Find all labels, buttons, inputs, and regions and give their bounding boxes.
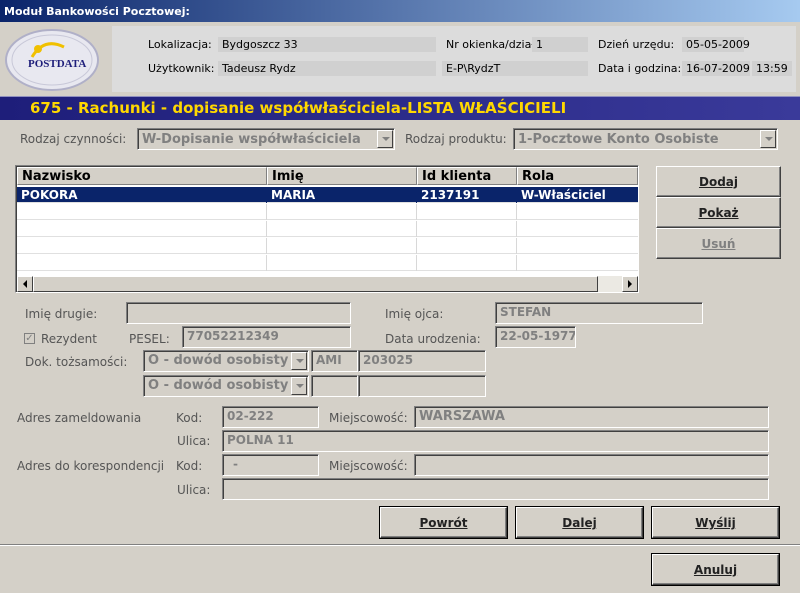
empty-cell	[417, 221, 517, 237]
dok2-type-select[interactable]: O - dowód osobisty	[143, 375, 309, 397]
cell-rola: W-Właściciel	[521, 188, 606, 202]
empty-cell	[17, 204, 267, 220]
scroll-thumb[interactable]	[33, 276, 598, 292]
section-title: 675 - Rachunki - dopisanie współwłaścici…	[30, 99, 567, 117]
kod-field[interactable]: 02-222	[222, 406, 319, 428]
miejscowosc-field[interactable]: WARSZAWA	[414, 406, 769, 428]
rezydent-checkbox[interactable]: ✓	[24, 333, 35, 344]
koresp-miejscowosc-label: Miejscowość:	[329, 459, 408, 473]
horizontal-scrollbar[interactable]	[17, 276, 638, 292]
ulica-label: Ulica:	[177, 434, 211, 448]
usun-button[interactable]: Usuń	[656, 228, 781, 259]
koresp-miejscowosc-field[interactable]	[414, 454, 769, 476]
data-urodzenia-label: Data urodzenia:	[385, 332, 481, 346]
column-header-nazwisko[interactable]: Nazwisko	[17, 167, 267, 185]
koresp-kod-field[interactable]: -	[222, 454, 319, 476]
godzina-value: 13:59	[752, 61, 792, 76]
postdata-logo: POSTDATA	[4, 27, 102, 93]
imie-ojca-field[interactable]: STEFAN	[495, 302, 703, 324]
scroll-left-icon[interactable]	[17, 276, 33, 292]
dok1-series-field[interactable]: AMI	[311, 350, 358, 372]
table-row-empty[interactable]	[17, 204, 638, 220]
miejscowosc-label: Miejscowość:	[329, 411, 408, 425]
koresp-ulica-field[interactable]	[222, 478, 769, 500]
column-header-imie[interactable]: Imię	[267, 167, 417, 185]
dok-tozsamosci-label: Dok. tożsamości:	[25, 355, 128, 369]
anuluj-button[interactable]: Anuluj	[652, 554, 779, 585]
rodzaj-produktu-label: Rodzaj produktu:	[405, 132, 507, 146]
empty-cell	[267, 238, 417, 254]
cell-id-klienta: 2137191	[417, 187, 517, 203]
dodaj-button[interactable]: Dodaj	[656, 166, 781, 197]
table-row-empty[interactable]	[17, 221, 638, 237]
ulica-field[interactable]: POLNA 11	[222, 430, 769, 452]
empty-cell	[17, 255, 267, 271]
table-row[interactable]: POKORA MARIA 2137191 W-Właściciel	[17, 187, 638, 203]
data-label: Data i godzina:	[598, 62, 682, 75]
pesel-field[interactable]: 77052212349	[182, 326, 351, 348]
chevron-down-icon[interactable]	[760, 130, 776, 148]
chevron-down-icon[interactable]	[291, 377, 307, 395]
powrot-button[interactable]: Powrót	[380, 507, 507, 538]
empty-cell	[417, 238, 517, 254]
column-header-rola[interactable]: Rola	[517, 167, 638, 185]
lokalizacja-label: Lokalizacja:	[148, 38, 212, 51]
empty-cell	[17, 221, 267, 237]
divider	[0, 544, 800, 546]
koresp-kod-label: Kod:	[176, 459, 203, 473]
empty-cell	[417, 255, 517, 271]
rodzaj-czynnosci-select[interactable]: W-Dopisanie współwłaściciela	[137, 128, 395, 150]
empty-cell	[267, 204, 417, 220]
dzien-label: Dzień urzędu:	[598, 38, 675, 51]
logo-text: POSTDATA	[28, 58, 86, 70]
dok2-series-field[interactable]	[311, 375, 358, 397]
chevron-down-icon[interactable]	[291, 352, 307, 370]
imie-ojca-label: Imię ojca:	[385, 307, 444, 321]
column-header-id-klienta[interactable]: Id klienta	[417, 167, 517, 185]
cell-imie: MARIA	[267, 187, 417, 203]
login-value: E-P\RydzT	[442, 61, 588, 76]
pokaz-button[interactable]: Pokaż	[656, 197, 781, 228]
table-row-empty[interactable]	[17, 238, 638, 254]
rodzaj-czynnosci-label: Rodzaj czynności:	[20, 132, 127, 146]
window-title: Moduł Bankowości Pocztowej:	[0, 0, 800, 22]
dok1-type-value: O - dowód osobisty	[148, 353, 289, 368]
dzien-value: 05-05-2009	[682, 37, 750, 52]
uzytkownik-label: Użytkownik:	[148, 62, 215, 75]
table-row-empty[interactable]	[17, 255, 638, 271]
scroll-right-icon[interactable]	[622, 276, 638, 292]
wyslij-button[interactable]: Wyślij	[652, 507, 779, 538]
data-urodzenia-field[interactable]: 22-05-1977	[495, 326, 576, 348]
data-value: 16-07-2009	[682, 61, 750, 76]
dok2-type-value: O - dowód osobisty	[148, 378, 289, 393]
owners-table[interactable]: Nazwisko Imię Id klienta Rola POKORA MAR…	[15, 165, 639, 293]
empty-cell	[17, 238, 267, 254]
okienko-value: 1	[532, 37, 588, 52]
adres-korespondencji-label: Adres do korespondencji	[17, 459, 165, 473]
section-header: 675 - Rachunki - dopisanie współwłaścici…	[0, 96, 800, 120]
uzytkownik-value: Tadeusz Rydz	[218, 61, 436, 76]
lokalizacja-value: Bydgoszcz 33	[218, 37, 436, 52]
cell-nazwisko: POKORA	[17, 187, 267, 203]
kod-label: Kod:	[176, 411, 203, 425]
imie-drugie-field[interactable]	[126, 302, 351, 324]
imie-drugie-label: Imię drugie:	[25, 307, 98, 321]
adres-zameldowania-label: Adres zameldowania	[17, 411, 142, 425]
okienko-label: Nr okienka/dział:	[446, 38, 539, 51]
pesel-label: PESEL:	[129, 332, 170, 346]
dok1-number-field[interactable]: 203025	[358, 350, 486, 372]
chevron-down-icon[interactable]	[377, 130, 393, 148]
rodzaj-produktu-value: 1-Pocztowe Konto Osobiste	[518, 132, 719, 147]
empty-cell	[267, 255, 417, 271]
rodzaj-produktu-select[interactable]: 1-Pocztowe Konto Osobiste	[513, 128, 778, 150]
dalej-button[interactable]: Dalej	[516, 507, 643, 538]
koresp-ulica-label: Ulica:	[177, 483, 211, 497]
rezydent-label: Rezydent	[41, 332, 97, 346]
empty-cell	[417, 204, 517, 220]
empty-cell	[267, 221, 417, 237]
rodzaj-czynnosci-value: W-Dopisanie współwłaściciela	[142, 132, 361, 147]
dok2-number-field[interactable]	[358, 375, 486, 397]
session-info-panel	[112, 26, 796, 92]
dok1-type-select[interactable]: O - dowód osobisty	[143, 350, 309, 372]
